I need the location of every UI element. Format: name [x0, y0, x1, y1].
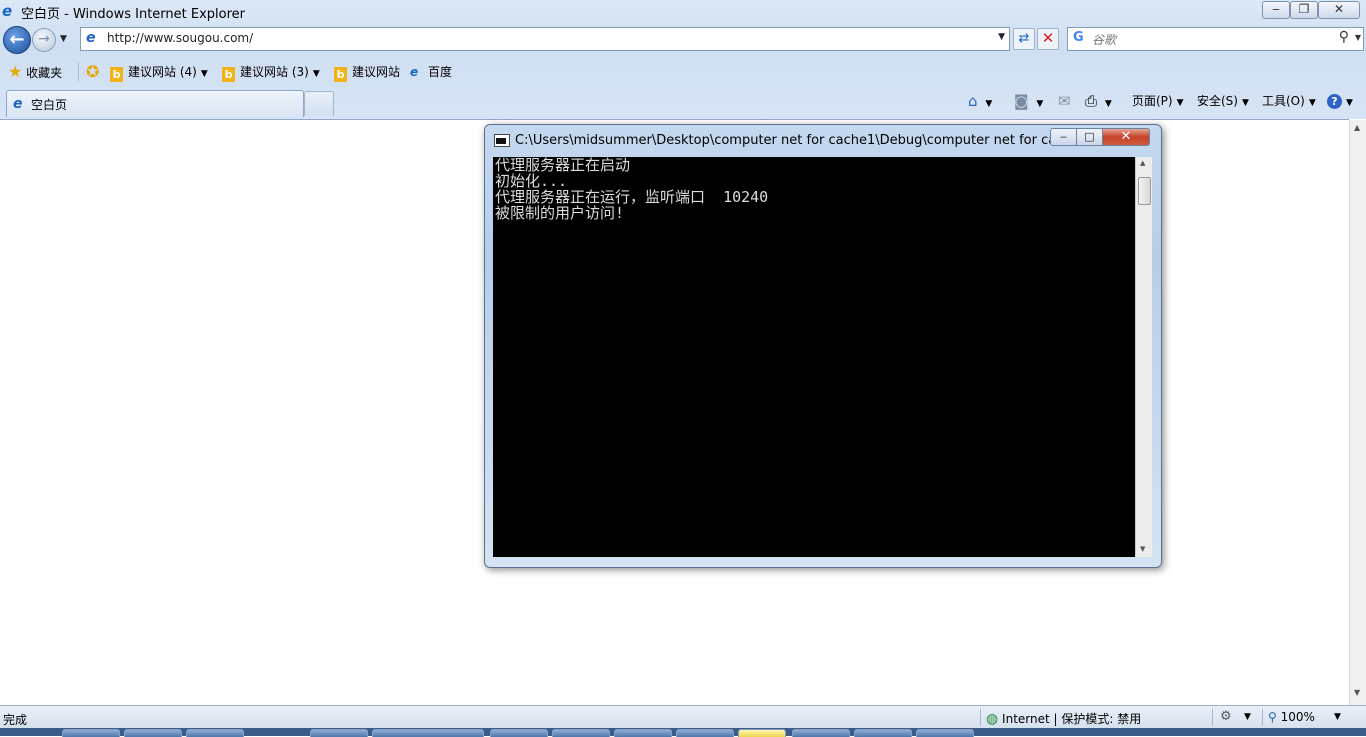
google-icon: G: [1073, 30, 1084, 45]
zoom-icon: ⚲: [1268, 710, 1277, 724]
chevron-down-icon: ▼: [1308, 98, 1316, 108]
address-bar[interactable]: e http://www.sougou.com/ ▼: [80, 27, 1010, 51]
page-menu-label: 页面(P): [1132, 94, 1173, 108]
search-options-dropdown[interactable]: ▼: [1355, 33, 1361, 42]
tab-label: 空白页: [31, 98, 68, 112]
divider: [1212, 709, 1213, 726]
fav-label: 建议网站 (4): [128, 65, 197, 79]
zoom-dropdown-icon[interactable]: ▼: [1334, 712, 1341, 722]
help-icon: ?: [1327, 94, 1342, 109]
fav-label: 建议网站 (3): [240, 65, 309, 79]
ie-page-icon: e: [410, 65, 419, 79]
new-tab-button[interactable]: [304, 91, 334, 116]
address-input[interactable]: http://www.sougou.com/: [107, 31, 253, 45]
suggested-sites[interactable]: b 建议网站: [334, 63, 401, 82]
bing-icon: b: [110, 67, 123, 82]
fav-label: 建议网站: [352, 65, 401, 79]
scroll-up-icon[interactable]: ▲: [1140, 159, 1145, 167]
favorites-label: 收藏夹: [26, 66, 63, 80]
chevron-down-icon[interactable]: ▼: [985, 99, 992, 109]
chevron-down-icon: ▼: [1176, 98, 1184, 108]
console-icon: [494, 134, 510, 147]
printer-icon: ⎙: [1085, 92, 1098, 110]
console-close-button[interactable]: ✕: [1102, 128, 1150, 146]
back-button[interactable]: ←: [3, 26, 31, 54]
minimize-button[interactable]: ‒: [1262, 1, 1290, 19]
divider: [1262, 709, 1263, 726]
page-scrollbar[interactable]: ▲ ▼: [1349, 120, 1366, 705]
console-scrollbar[interactable]: ▲ ▼: [1135, 157, 1152, 557]
protected-mode-icon[interactable]: ⚙: [1220, 709, 1232, 724]
bing-icon: b: [334, 67, 347, 82]
help-menu[interactable]: ? ▼: [1327, 92, 1353, 110]
add-favorite-button[interactable]: ✪: [86, 63, 99, 81]
bing-icon: b: [222, 67, 235, 82]
title-bar: e 空白页 - Windows Internet Explorer ‒ ❐ ✕: [0, 0, 1366, 24]
chevron-down-icon[interactable]: ▼: [1244, 712, 1251, 722]
suggested-sites-4[interactable]: b 建议网站 (4) ▼: [110, 63, 208, 82]
chevron-down-icon[interactable]: ▼: [1105, 99, 1112, 109]
console-title: C:\Users\midsummer\Desktop\computer net …: [515, 133, 1113, 148]
home-icon: ⌂: [968, 92, 978, 110]
add-favorite-icon: ✪: [86, 62, 100, 81]
status-bar: 完成 ◍ Internet | 保护模式: 禁用 ⚙ ▼ ⚲ 100% ▼: [0, 705, 1366, 729]
tab-blank-page[interactable]: e 空白页: [6, 90, 304, 117]
safety-menu-label: 安全(S): [1197, 94, 1238, 108]
chevron-down-icon: ▼: [1241, 98, 1249, 108]
console-window[interactable]: C:\Users\midsummer\Desktop\computer net …: [484, 124, 1162, 568]
window-title: 空白页 - Windows Internet Explorer: [21, 7, 245, 22]
tools-menu-label: 工具(O): [1262, 94, 1305, 108]
scroll-down-icon[interactable]: ▼: [1140, 545, 1145, 553]
address-dropdown-icon[interactable]: ▼: [998, 32, 1005, 42]
zoom-level[interactable]: ⚲ 100%: [1268, 710, 1315, 724]
stop-button[interactable]: ✕: [1037, 28, 1059, 50]
mail-icon: ✉: [1058, 92, 1071, 110]
fav-label: 百度: [428, 65, 453, 79]
page-menu[interactable]: 页面(P) ▼: [1132, 92, 1184, 110]
chevron-down-icon[interactable]: ▼: [1036, 99, 1043, 109]
scroll-down-icon[interactable]: ▼: [1354, 688, 1360, 697]
search-box[interactable]: G 谷歌 ⚲ ▼: [1067, 27, 1364, 51]
star-icon: ★: [8, 62, 23, 81]
console-output-area[interactable]: 代理服务器正在启动 初始化... 代理服务器正在运行，监听端口 10240 被限…: [493, 157, 1135, 557]
refresh-button[interactable]: ⇄: [1013, 28, 1035, 50]
ie-logo-icon: e: [2, 2, 13, 20]
feeds-button[interactable]: ◙ ▼: [1014, 92, 1043, 110]
restore-button[interactable]: ❐: [1290, 1, 1318, 19]
close-window-button[interactable]: ✕: [1318, 1, 1360, 19]
zoom-value: 100%: [1280, 710, 1315, 724]
divider: [78, 63, 79, 81]
search-icon[interactable]: ⚲: [1339, 29, 1349, 45]
scroll-thumb[interactable]: [1138, 177, 1151, 205]
security-zone[interactable]: ◍ Internet | 保护模式: 禁用: [986, 710, 1141, 727]
console-output-text: 代理服务器正在启动 初始化... 代理服务器正在运行，监听端口 10240 被限…: [495, 156, 769, 222]
forward-button[interactable]: →: [32, 28, 56, 52]
search-input[interactable]: 谷歌: [1092, 31, 1116, 48]
chevron-down-icon[interactable]: ▼: [313, 69, 320, 79]
favorites-button[interactable]: ★ 收藏夹: [8, 63, 62, 81]
tools-menu[interactable]: 工具(O) ▼: [1262, 92, 1316, 110]
divider: [980, 709, 981, 726]
zone-label: Internet | 保护模式: 禁用: [1002, 712, 1142, 726]
suggested-sites-3[interactable]: b 建议网站 (3) ▼: [222, 63, 320, 82]
rss-icon: ◙: [1014, 92, 1029, 110]
fav-baidu[interactable]: e 百度: [410, 63, 452, 81]
console-maximize-button[interactable]: □: [1076, 128, 1103, 146]
chevron-down-icon[interactable]: ▼: [201, 69, 208, 79]
page-icon: e: [86, 30, 96, 46]
status-text: 完成: [3, 713, 28, 727]
recent-pages-dropdown[interactable]: ▼: [60, 34, 67, 44]
scroll-up-icon[interactable]: ▲: [1354, 123, 1360, 132]
read-mail-button[interactable]: ✉: [1058, 92, 1071, 110]
chevron-down-icon: ▼: [1346, 98, 1353, 108]
home-button[interactable]: ⌂ ▼: [968, 92, 992, 110]
globe-icon: ◍: [986, 711, 999, 727]
ie-page-icon: e: [13, 96, 23, 112]
print-button[interactable]: ⎙ ▼: [1085, 92, 1112, 110]
safety-menu[interactable]: 安全(S) ▼: [1197, 92, 1249, 110]
console-minimize-button[interactable]: ‒: [1050, 128, 1077, 146]
